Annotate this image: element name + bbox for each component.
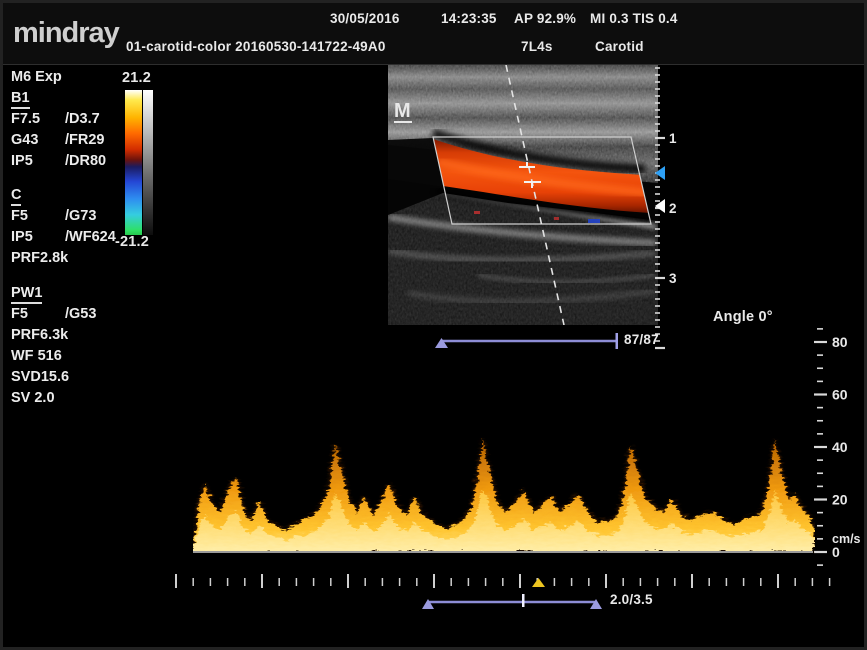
time-ruler — [168, 574, 848, 592]
pw-mode-section-title: PW1 — [11, 283, 171, 304]
depth-label: 2 — [669, 201, 677, 216]
time-marker-icon — [532, 578, 545, 587]
top-status-bar: mindray 30/05/2016 14:23:35 AP 92.9% MI … — [3, 3, 864, 65]
color-artifact-red — [554, 217, 559, 220]
c-prf-value: PRF2.8k — [11, 248, 171, 269]
pw-sample-volume: SV 2.0 — [11, 388, 171, 409]
orientation-marker-underline — [394, 121, 412, 123]
sweep-end-marker-icon[interactable] — [590, 599, 602, 609]
sweep-position-thumb[interactable] — [522, 594, 525, 607]
cine-progress-bar[interactable] — [433, 329, 633, 353]
cine-frame-counter: 87/87 — [624, 332, 659, 347]
bmode-color-image: M — [388, 65, 658, 325]
doppler-angle-label: Angle 0° — [713, 309, 773, 325]
pw-param-row: F5/G53 — [11, 304, 171, 325]
cine-position-thumb[interactable] — [616, 333, 619, 349]
orientation-marker-m: M — [394, 100, 411, 122]
velocity-tick-label: 0 — [832, 544, 840, 560]
velocity-unit-label: cm/s — [832, 532, 861, 546]
pw-prf-value: PRF6.3k — [11, 325, 171, 346]
color-gray-scale-bar — [125, 90, 154, 235]
sweep-start-marker-icon[interactable] — [422, 599, 434, 609]
mindray-logo: mindray — [13, 17, 119, 50]
sweep-position-label: 2.0/3.5 — [610, 592, 653, 607]
cine-start-marker-icon[interactable] — [435, 338, 448, 348]
spectral-baseline[interactable] — [193, 551, 813, 553]
depth-ruler: 1 2 3 — [653, 65, 695, 357]
exam-date: 30/05/2016 — [330, 11, 400, 26]
velocity-axis: 0 20 40 60 80 cm/s — [808, 321, 867, 573]
depth-label: 1 — [669, 131, 677, 146]
depth-label: 3 — [669, 271, 677, 286]
color-scale-min: -21.2 — [115, 234, 149, 250]
acoustic-power: AP 92.9% — [514, 11, 576, 26]
color-scale-max: 21.2 — [122, 70, 151, 86]
sweep-progress-bar[interactable] — [421, 592, 607, 610]
pw-sample-depth: SVD15.6 — [11, 367, 171, 388]
velocity-tick-label: 20 — [832, 492, 848, 508]
spectral-waveform — [193, 422, 815, 553]
color-artifact-red — [474, 211, 480, 214]
velocity-tick-label: 40 — [832, 439, 848, 455]
velocity-tick-label: 60 — [832, 387, 848, 403]
exam-preset: Carotid — [595, 39, 644, 54]
focus-position-marker-icon[interactable] — [655, 166, 665, 180]
exam-time: 14:23:35 — [441, 11, 497, 26]
exam-id: 01-carotid-color 20160530-141722-49A0 — [126, 39, 386, 54]
grayscale-bar — [143, 90, 153, 235]
color-doppler-scale — [125, 90, 142, 235]
velocity-tick-label: 80 — [832, 334, 848, 350]
color-artifact-blue — [588, 219, 600, 223]
pw-wall-filter: WF 516 — [11, 346, 171, 367]
mi-tis-indices: MI 0.3 TIS 0.4 — [590, 11, 678, 26]
probe-name: 7L4s — [521, 39, 553, 54]
